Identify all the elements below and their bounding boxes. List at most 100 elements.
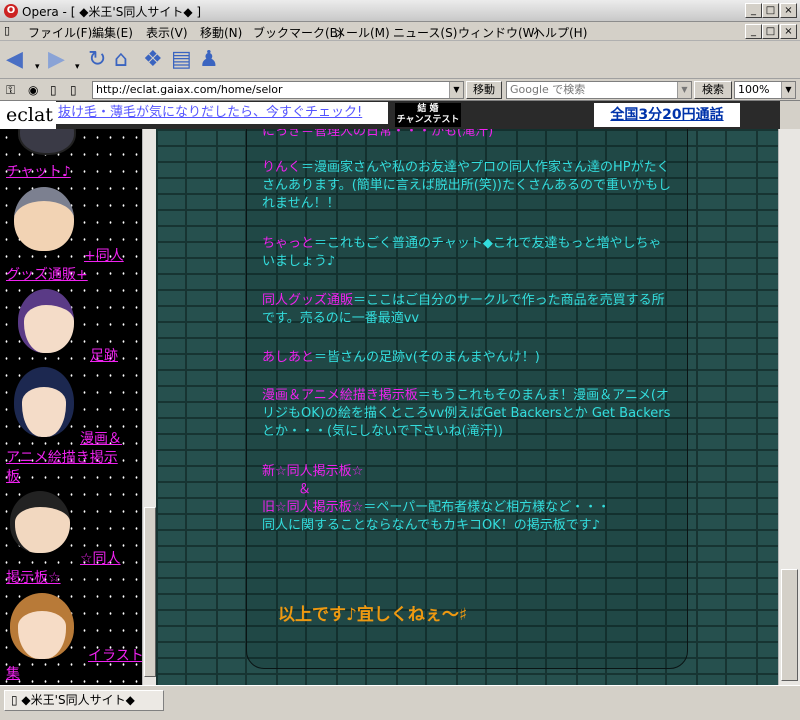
menu-window[interactable]: ウィンドウ(W)	[458, 24, 539, 41]
ad-link[interactable]: 抜け毛・薄毛が気になりだしたら、今すぐチェック!	[56, 102, 388, 124]
search-button[interactable]: 検索	[694, 81, 732, 99]
sidebar-link-illust-board[interactable]: 漫画＆	[80, 431, 122, 448]
zoom-dropdown-icon[interactable]: ▼	[781, 82, 795, 98]
home-icon[interactable]: ⌂	[114, 49, 128, 71]
page-icon[interactable]: ▯	[50, 83, 57, 97]
camera-icon[interactable]: ◉	[28, 83, 38, 97]
closing-message: 以上です♪宜しくねぇ～♯	[278, 605, 468, 625]
character-avatar-5	[10, 491, 70, 553]
label-new-board[interactable]: 新☆同人掲示板☆	[262, 463, 674, 481]
ad-badge-line1: 結 婚	[417, 104, 439, 114]
user-icon[interactable]: ♟	[199, 49, 219, 71]
print-icon[interactable]: ▤	[171, 49, 192, 71]
go-button[interactable]: 移動	[466, 81, 502, 99]
opera-logo-icon: O	[4, 4, 18, 18]
sidebar-link-illust-board-2[interactable]: アニメ絵描き掲示	[6, 450, 118, 467]
doc-minimize-button[interactable]: _	[745, 24, 762, 39]
title-bar[interactable]: O Opera - [ ◆米王'S同人サイト◆ ] _ □ ×	[0, 0, 800, 22]
sidebar-link-illust[interactable]: イラスト	[88, 648, 142, 665]
back-icon[interactable]: ◀	[6, 49, 23, 71]
toolbar: ◀ ▾ ▶ ▾ ↻ ⌂ ❖ ▤ ♟	[0, 41, 800, 79]
page-tab[interactable]: ▯ ◆米王'S同人サイト◆	[4, 690, 164, 711]
character-avatar-1	[18, 129, 76, 155]
label-links[interactable]: りんく	[262, 160, 301, 175]
paragraph-footprints: あしあと＝皆さんの足跡v(そのまんまやんけ！)	[262, 349, 674, 367]
character-avatar-2	[14, 187, 74, 251]
sidebar-scroll-thumb[interactable]	[144, 507, 156, 677]
security-icon[interactable]: ⚿	[6, 83, 15, 98]
search-placeholder: Google で検索	[510, 83, 586, 96]
label-illust-board[interactable]: 漫画＆アニメ絵描き掲示板	[262, 388, 418, 403]
back-menu-icon[interactable]: ▾	[35, 56, 40, 78]
menu-help[interactable]: ヘルプ(H)	[533, 24, 587, 41]
label-chat[interactable]: ちゃっと	[262, 236, 314, 251]
close-button[interactable]: ×	[780, 3, 797, 18]
amp-text: ＆	[298, 482, 312, 497]
forward-icon[interactable]: ▶	[48, 49, 65, 71]
paragraph-chat: ちゃっと＝これもごく普通のチャット◆これで友達もっと増やしちゃいましょう♪	[262, 235, 674, 271]
maximize-button[interactable]: □	[762, 3, 779, 18]
paragraph-links: りんく＝漫画家さんや私のお友達やプロの同人作家さん達のHPがたくさんあります。(…	[262, 159, 674, 213]
character-avatar-3	[18, 289, 74, 353]
address-input[interactable]: http://eclat.gaiax.com/home/selor ▼	[92, 81, 464, 99]
address-url: http://eclat.gaiax.com/home/selor	[96, 83, 283, 96]
character-avatar-6	[10, 593, 74, 659]
main-scroll-thumb[interactable]	[781, 569, 798, 681]
doc-close-button[interactable]: ×	[780, 24, 797, 39]
text-links: ＝漫画家さんや私のお友達やプロの同人作家さん達のHPがたくさんあります。(簡単に…	[262, 160, 671, 211]
ad-call-link[interactable]: 全国3分20円通話	[594, 103, 740, 127]
eclat-logo[interactable]: eclat	[0, 101, 56, 129]
main-frame: にっき＝管理人の日常・・・かも(滝汗) りんく＝漫画家さんや私のお友達やプロの同…	[156, 129, 778, 685]
sidebar-link-board[interactable]: ☆同人	[80, 551, 121, 568]
sidebar-frame: チャット♪ +同人 グッズ通販+ 足跡 漫画＆ アニメ絵描き掲示 板 ☆同人 掲…	[0, 129, 142, 685]
menu-file[interactable]: ファイル(F)	[28, 24, 92, 41]
menu-mail[interactable]: メール(M)	[334, 24, 390, 41]
menu-news[interactable]: ニュース(S)	[393, 24, 457, 41]
forward-menu-icon[interactable]: ▾	[75, 56, 80, 78]
ad-badge[interactable]: 結 婚 チャンステスト	[395, 103, 461, 127]
label-old-board[interactable]: 旧☆同人掲示板☆	[262, 500, 363, 515]
text-chat: ＝これもごく普通のチャット◆これで友達もっと増やしちゃいましょう♪	[262, 236, 662, 269]
page-tab-icon: ▯	[11, 693, 22, 707]
label-footprints[interactable]: あしあと	[262, 350, 314, 365]
menu-bookmarks[interactable]: ブックマーク(B)	[253, 24, 343, 41]
ad-banner: eclat 抜け毛・薄毛が気になりだしたら、今すぐチェック! 結 婚 チャンステ…	[0, 101, 780, 129]
character-avatar-4	[14, 367, 74, 437]
cut-line: にっき＝管理人の日常・・・かも(滝汗)	[262, 129, 494, 139]
menu-edit[interactable]: 編集(E)	[92, 24, 133, 41]
sidebar-link-illust-board-3[interactable]: 板	[6, 469, 20, 486]
doc-restore-button[interactable]: □	[762, 24, 779, 39]
sidebar-scrollbar[interactable]	[142, 129, 156, 685]
main-scrollbar[interactable]	[778, 129, 800, 685]
info-icon[interactable]: ▯	[70, 83, 77, 97]
sidebar-link-board-2[interactable]: 掲示板☆	[6, 570, 61, 587]
sidebar-link-doujin[interactable]: +同人	[84, 248, 124, 265]
text-old-board: ＝ペーパー配布者様など相方様など・・・	[363, 500, 611, 515]
menu-view[interactable]: 表示(V)	[146, 24, 188, 41]
paragraph-illust-board: 漫画＆アニメ絵描き掲示板＝もうこれもそのまんま！漫画＆アニメ(オリジもOK)の絵…	[262, 387, 674, 441]
document-icon: ▯	[4, 24, 11, 37]
search-input[interactable]: Google で検索 ▼	[506, 81, 692, 99]
search-dropdown-icon[interactable]: ▼	[677, 82, 691, 98]
paragraph-boards: 新☆同人掲示板☆ ＆ 旧☆同人掲示板☆＝ペーパー配布者様など相方様など・・・ 同…	[262, 463, 674, 535]
bookmarks-icon[interactable]: ❖	[143, 49, 163, 71]
reload-icon[interactable]: ↻	[88, 49, 106, 71]
menu-navigate[interactable]: 移動(N)	[200, 24, 242, 41]
menu-bar: ▯ ファイル(F) 編集(E) 表示(V) 移動(N) ブックマーク(B) メー…	[0, 22, 800, 41]
sidebar-link-goods[interactable]: グッズ通販+	[6, 267, 88, 284]
status-bar: ▯ ◆米王'S同人サイト◆	[0, 685, 800, 720]
sidebar-link-footprints[interactable]: 足跡	[90, 348, 118, 365]
sidebar-link-illust-2[interactable]: 集	[6, 666, 20, 683]
text-footprints: ＝皆さんの足跡v(そのまんまやんけ！)	[314, 350, 540, 365]
page-tab-label: ◆米王'S同人サイト◆	[21, 693, 135, 707]
address-dropdown-icon[interactable]: ▼	[449, 82, 463, 98]
zoom-value: 100%	[738, 83, 770, 96]
sidebar-link-chat[interactable]: チャット♪	[6, 164, 71, 181]
zoom-select[interactable]: 100% ▼	[734, 81, 796, 99]
minimize-button[interactable]: _	[745, 3, 762, 18]
text-old-board-2: 同人に関することならなんでもカキコOK！の掲示板です♪	[262, 518, 601, 533]
address-bar: ⚿ ◉ ▯ ▯ http://eclat.gaiax.com/home/selo…	[0, 79, 800, 101]
label-goods[interactable]: 同人グッズ通販	[262, 293, 353, 308]
ad-badge-line2: チャンステスト	[396, 115, 460, 125]
window-title: Opera - [ ◆米王'S同人サイト◆ ]	[22, 5, 202, 19]
